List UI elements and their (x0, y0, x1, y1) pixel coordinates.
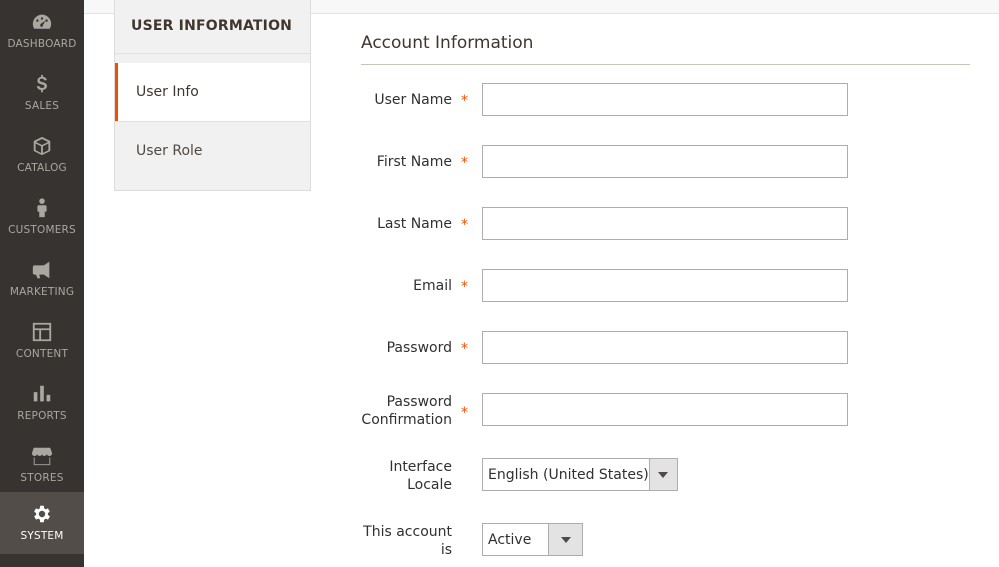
username-input[interactable] (482, 83, 848, 116)
nav-item-customers[interactable]: CUSTOMERS (0, 186, 84, 248)
nav-item-sales[interactable]: SALES (0, 62, 84, 124)
interface-locale-label: Interface Locale (332, 458, 452, 494)
section-title: Account Information (361, 33, 534, 53)
tab-user-role[interactable]: User Role (115, 121, 310, 179)
password-input[interactable] (482, 331, 848, 364)
interface-locale-select[interactable]: English (United States) (482, 458, 678, 491)
firstname-label: First Name (376, 154, 452, 170)
password-confirmation-input[interactable] (482, 393, 848, 426)
person-icon (30, 196, 54, 220)
email-input[interactable] (482, 269, 848, 302)
nav-item-stores[interactable]: STORES (0, 434, 84, 496)
select-value: English (United States) (488, 466, 649, 483)
nav-item-marketing[interactable]: MARKETING (0, 248, 84, 310)
account-status-label: This account is (332, 523, 452, 559)
bar-chart-icon (30, 382, 54, 406)
storefront-icon (30, 444, 54, 468)
lastname-input[interactable] (482, 207, 848, 240)
section-divider (361, 64, 970, 65)
password-confirmation-label: Password Confirmation (332, 393, 452, 429)
nav-label: DASHBOARD (7, 38, 77, 50)
nav-label: CONTENT (15, 348, 69, 360)
nav-label: CUSTOMERS (8, 224, 76, 236)
nav-label: STORES (20, 472, 64, 484)
required-mark: * (461, 279, 468, 295)
admin-sidebar: DASHBOARD SALES CATALOG CUSTOMERS MARKET… (0, 0, 84, 567)
email-label: Email (413, 278, 452, 294)
select-value: Active (488, 531, 532, 548)
label-line: Password (386, 394, 452, 410)
nav-label: CATALOG (17, 162, 67, 174)
required-mark: * (461, 93, 468, 109)
required-mark: * (461, 155, 468, 171)
chevron-down-icon[interactable] (548, 524, 582, 555)
firstname-input[interactable] (482, 145, 848, 178)
nav-label: REPORTS (17, 410, 67, 422)
nav-item-content[interactable]: CONTENT (0, 310, 84, 372)
nav-item-reports[interactable]: REPORTS (0, 372, 84, 434)
tab-user-info[interactable]: User Info (115, 63, 310, 121)
gear-icon (30, 502, 54, 526)
nav-item-system[interactable]: SYSTEM (0, 492, 84, 554)
cube-icon (30, 134, 54, 158)
label-line: is (440, 542, 452, 558)
layout-icon (30, 320, 54, 344)
tabs-title: USER INFORMATION (115, 0, 310, 54)
user-information-tabs: USER INFORMATION User Info User Role (114, 0, 311, 191)
dollar-icon (30, 72, 54, 96)
nav-item-dashboard[interactable]: DASHBOARD (0, 0, 84, 62)
nav-label: MARKETING (9, 286, 75, 298)
required-mark: * (461, 405, 468, 421)
required-mark: * (461, 217, 468, 233)
password-label: Password (386, 340, 452, 356)
nav-label: SALES (24, 100, 60, 112)
nav-item-catalog[interactable]: CATALOG (0, 124, 84, 186)
label-line: This account (363, 524, 452, 540)
nav-label: SYSTEM (20, 530, 64, 542)
required-mark: * (461, 341, 468, 357)
dashboard-icon (30, 10, 54, 34)
username-label: User Name (374, 92, 452, 108)
chevron-down-icon[interactable] (648, 459, 677, 490)
lastname-label: Last Name (377, 216, 452, 232)
label-line: Locale (407, 477, 452, 493)
label-line: Interface (389, 459, 452, 475)
megaphone-icon (30, 258, 54, 282)
account-status-select[interactable]: Active (482, 523, 583, 556)
label-line: Confirmation (361, 412, 452, 428)
